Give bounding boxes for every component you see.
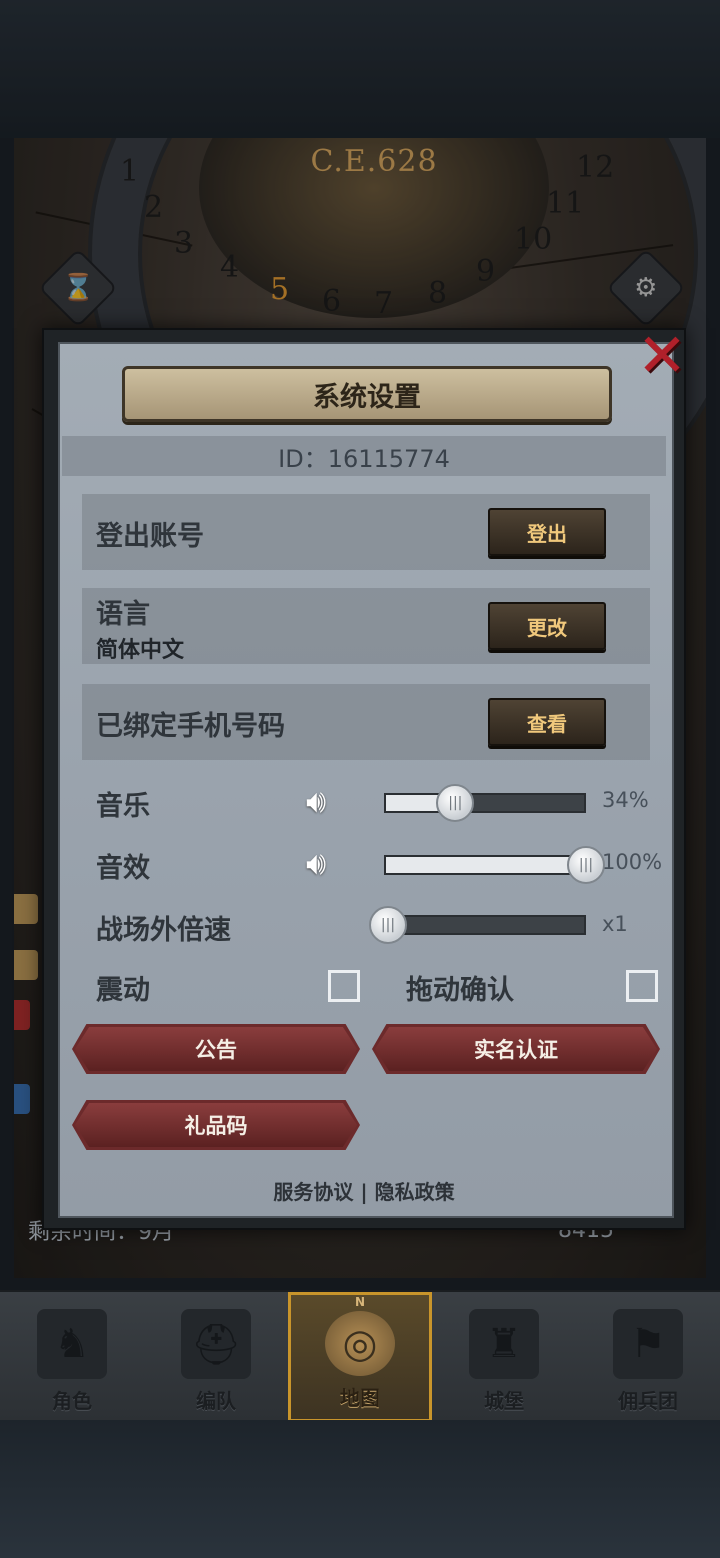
nav-label: 角色 xyxy=(52,1389,92,1413)
footer-separator: | xyxy=(360,1180,368,1204)
notice-button[interactable]: 公告 xyxy=(72,1024,360,1074)
sound-value: 100% xyxy=(602,850,663,874)
giftcode-button[interactable]: 礼品码 xyxy=(72,1100,360,1150)
drag-confirm-label: 拖动确认 xyxy=(406,975,514,1006)
speed-slider[interactable]: ||| xyxy=(369,906,586,944)
nav-item-castle[interactable]: ♜ 城堡 xyxy=(432,1292,576,1422)
close-icon: ✕ xyxy=(636,321,688,391)
speed-slider-knob[interactable]: ||| xyxy=(369,906,407,944)
logout-label: 登出账号 xyxy=(96,521,204,552)
language-row: 语言 简体中文 更改 xyxy=(82,588,650,664)
close-button[interactable]: ✕ xyxy=(636,326,688,386)
drag-confirm-checkbox[interactable] xyxy=(626,970,658,1002)
vibrate-label: 震动 xyxy=(96,975,150,1006)
notice-button-label: 公告 xyxy=(195,1038,237,1062)
nav-item-map[interactable]: N ◎ 地图 xyxy=(288,1292,432,1422)
castle-icon: ♜ xyxy=(469,1309,539,1379)
logout-button-label: 登出 xyxy=(527,521,567,546)
language-value: 简体中文 xyxy=(96,638,185,663)
change-language-label: 更改 xyxy=(527,615,567,640)
privacy-policy-link[interactable]: 隐私政策 xyxy=(375,1180,455,1204)
nav-label: 地图 xyxy=(340,1386,380,1410)
bottom-nav: ♞ 角色 ⛑ 编队 N ◎ 地图 ♜ 城堡 ⚑ 佣兵团 xyxy=(0,1290,720,1422)
dialog-title: 系统设置 xyxy=(313,381,421,413)
music-label: 音乐 xyxy=(96,791,150,822)
nav-item-formation[interactable]: ⛑ 编队 xyxy=(144,1292,288,1422)
banner-icon: ⚑ xyxy=(613,1309,683,1379)
player-id: ID：16115774 xyxy=(62,436,666,476)
nav-label: 佣兵团 xyxy=(618,1389,678,1413)
bottom-frame xyxy=(0,1420,720,1558)
settings-dialog: 系统设置 ✕ ID：16115774 登出账号 登出 语言 简体中文 更改 已绑… xyxy=(42,326,688,1230)
compass-map-icon: ◎ xyxy=(325,1311,395,1376)
language-label: 语言 xyxy=(96,599,150,630)
sound-label: 音效 xyxy=(96,853,150,884)
realname-button-label: 实名认证 xyxy=(474,1038,558,1062)
logout-button[interactable]: 登出 xyxy=(488,508,606,556)
phone-row: 已绑定手机号码 查看 xyxy=(82,684,650,760)
helmet-icon: ⛑ xyxy=(181,1309,251,1379)
phone-label: 已绑定手机号码 xyxy=(96,711,285,742)
dialog-title-banner: 系统设置 xyxy=(122,366,612,422)
nav-label: 城堡 xyxy=(484,1389,524,1413)
nav-item-character[interactable]: ♞ 角色 xyxy=(0,1292,144,1422)
view-phone-button[interactable]: 查看 xyxy=(488,698,606,746)
sound-speaker-icon[interactable]: 🔊︎ xyxy=(306,844,356,884)
service-agreement-link[interactable]: 服务协议 xyxy=(273,1180,353,1204)
music-speaker-icon[interactable]: 🔊︎ xyxy=(306,782,356,822)
nav-item-mercenary[interactable]: ⚑ 佣兵团 xyxy=(576,1292,720,1422)
footer-links: 服务协议 | 隐私政策 xyxy=(44,1176,684,1205)
change-language-button[interactable]: 更改 xyxy=(488,602,606,650)
knight-icon: ♞ xyxy=(37,1309,107,1379)
sound-slider[interactable]: ||| xyxy=(384,846,605,884)
realname-button[interactable]: 实名认证 xyxy=(372,1024,660,1074)
music-value: 34% xyxy=(602,788,649,812)
vibrate-checkbox[interactable] xyxy=(328,970,360,1002)
giftcode-button-label: 礼品码 xyxy=(184,1114,248,1138)
compass-north-letter: N xyxy=(354,1295,366,1309)
sound-slider-fill xyxy=(386,857,584,873)
logout-row: 登出账号 登出 xyxy=(82,494,650,570)
speed-value: x1 xyxy=(602,912,628,936)
music-slider[interactable]: ||| xyxy=(384,784,586,822)
view-phone-label: 查看 xyxy=(527,711,567,736)
sound-slider-knob[interactable]: ||| xyxy=(567,846,605,884)
speed-label: 战场外倍速 xyxy=(96,915,231,946)
nav-label: 编队 xyxy=(196,1389,236,1413)
